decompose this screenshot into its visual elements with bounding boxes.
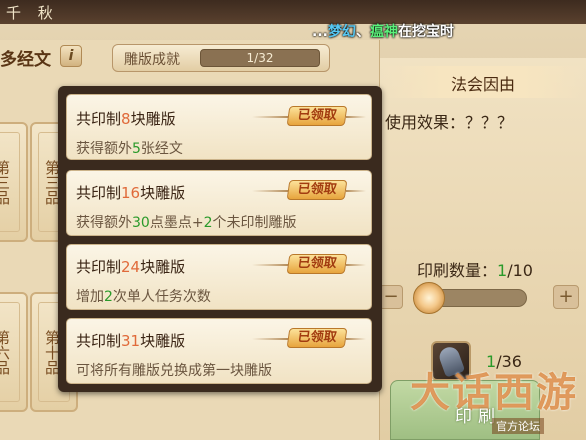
rope-decoration [252, 264, 288, 266]
card-desc: 获得额外30点墨点+2个未印制雕版 [76, 215, 297, 231]
window-title: 千 秋 [6, 4, 59, 22]
tile-label: 第三品 [0, 132, 20, 232]
panel-title: 多经文 [0, 50, 51, 70]
engraving-tile[interactable]: 第六品 [0, 292, 28, 412]
rope-decoration [252, 190, 288, 192]
card-desc: 可将所有雕版兑换成第一块雕版 [76, 363, 272, 379]
claimed-badge: 已领取 [286, 106, 348, 126]
claimed-badge: 已领取 [286, 180, 348, 200]
card-title: 共印制8块雕版 [76, 110, 176, 128]
forum-watermark: 官方论坛 [492, 418, 544, 434]
rope-decoration [346, 116, 366, 118]
card-title: 共印制24块雕版 [76, 258, 186, 276]
slider-handle[interactable] [413, 282, 445, 314]
rope-decoration [346, 264, 366, 266]
card-title: 共印制16块雕版 [76, 184, 186, 202]
effect-text: 使用效果：？？？ [385, 113, 514, 132]
rope-decoration [346, 338, 366, 340]
print-count-label: 印刷数量： [417, 261, 498, 280]
detail-title: 法会因由 [450, 75, 515, 94]
increase-button[interactable]: + [553, 285, 579, 309]
decrease-button[interactable]: − [379, 285, 403, 309]
print-count-total: /10 [507, 261, 533, 280]
print-count: 印刷数量：1/10 [417, 257, 533, 281]
rope-decoration [252, 338, 288, 340]
rope-decoration [346, 190, 366, 192]
card-desc: 增加2次单人任务次数 [76, 289, 211, 305]
card-desc: 获得额外5张经文 [76, 141, 183, 157]
info-icon[interactable]: i [60, 45, 82, 67]
scrolling-message: ...梦幻、瘟神在挖宝时 [312, 24, 454, 40]
engraving-tile[interactable]: 第三品 [0, 122, 28, 242]
top-bar [0, 0, 586, 24]
achievement-value: 1/32 [246, 51, 274, 65]
print-count-current: 1 [497, 261, 508, 280]
rope-decoration [252, 116, 288, 118]
achievement-label: 雕版成就 [124, 52, 180, 68]
card-title: 共印制31块雕版 [76, 332, 186, 350]
tile-label: 第六品 [0, 302, 20, 402]
claimed-badge: 已领取 [286, 254, 348, 274]
claimed-badge: 已领取 [286, 328, 348, 348]
